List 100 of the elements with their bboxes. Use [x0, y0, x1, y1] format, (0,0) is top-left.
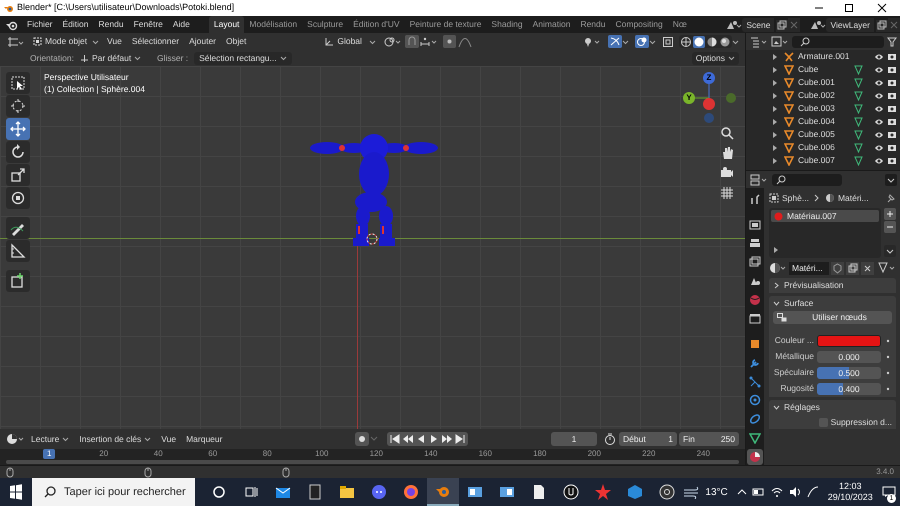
tool-button[interactable]	[6, 95, 30, 117]
copy-icon[interactable]	[874, 18, 888, 32]
tool-button[interactable]	[6, 187, 30, 209]
expand-arrow-icon[interactable]	[772, 66, 778, 72]
menu-item[interactable]: Lecture	[26, 432, 74, 446]
speaker-icon[interactable]	[788, 486, 802, 498]
timeline-editor-icon[interactable]	[6, 433, 26, 445]
outliner-item[interactable]: Cube.004	[798, 115, 854, 128]
display-mode-icon[interactable]	[771, 36, 789, 48]
snap-increment-icon[interactable]	[419, 36, 440, 48]
material-shading-icon[interactable]	[706, 36, 718, 48]
wireframe-shading-icon[interactable]	[680, 36, 692, 48]
chevron-up-icon[interactable]	[736, 487, 748, 497]
pin-icon[interactable]	[886, 193, 896, 203]
filter-icon[interactable]	[887, 36, 897, 46]
workspace-tab[interactable]: Rendu	[575, 16, 610, 33]
jump-end-icon[interactable]	[454, 433, 466, 445]
use-nodes-button[interactable]: Utiliser nœuds	[773, 311, 892, 324]
wifi-icon[interactable]	[770, 486, 784, 498]
workspace-tab[interactable]: Layout	[208, 16, 244, 33]
panel-header[interactable]: Réglages	[769, 400, 896, 415]
expand-arrow-icon[interactable]	[772, 54, 778, 60]
expand-arrow-icon[interactable]	[772, 92, 778, 98]
properties-tab[interactable]	[747, 449, 763, 465]
camera-icon[interactable]	[887, 117, 897, 126]
workspace-tab[interactable]: Nœ	[668, 16, 692, 33]
outliner-item[interactable]: Cube.006	[798, 141, 854, 154]
menu-item[interactable]: Marqueur	[181, 432, 228, 446]
taskbar-search-field[interactable]: Taper ici pour rechercher	[32, 478, 196, 506]
menu-item[interactable]: Fichier	[22, 18, 58, 31]
battery-icon[interactable]	[752, 487, 766, 497]
properties-editor-icon[interactable]	[750, 174, 768, 186]
solid-shading-icon[interactable]	[693, 36, 705, 48]
eye-icon[interactable]	[874, 104, 884, 112]
tool-button[interactable]	[6, 141, 30, 163]
tool-button[interactable]	[6, 164, 30, 186]
orientation-dropdown[interactable]: Par défaut	[76, 52, 139, 64]
camera-icon[interactable]	[887, 78, 897, 87]
menu-item[interactable]: Sélectionner	[126, 35, 184, 48]
material-slot[interactable]: Matériau.007	[771, 210, 879, 222]
eye-icon[interactable]	[874, 144, 884, 152]
previous-keyframe-icon[interactable]	[402, 433, 414, 445]
current-frame-field[interactable]: 1	[551, 432, 597, 446]
outliner-editor-icon[interactable]	[750, 36, 768, 48]
view-layer-selector[interactable]: ViewLayer	[826, 18, 874, 32]
camera-icon[interactable]	[720, 166, 734, 180]
outliner-item[interactable]: Cube.003	[798, 102, 854, 115]
orientation-dropdown[interactable]: Global	[321, 35, 380, 48]
gizmo-toggle-icon[interactable]	[608, 35, 622, 48]
navigation-gizmo[interactable]: Z Y	[680, 72, 740, 124]
eye-icon[interactable]	[874, 78, 884, 86]
jump-start-icon[interactable]	[389, 433, 402, 445]
menu-item[interactable]: Fenêtre	[128, 18, 168, 31]
eye-icon[interactable]	[874, 92, 884, 100]
panel-header[interactable]: Prévisualisation	[769, 278, 896, 293]
search-field[interactable]	[792, 36, 884, 48]
workspace-tab[interactable]: Compositing	[610, 16, 668, 33]
mode-dropdown[interactable]: Mode objet	[30, 35, 102, 48]
options-dropdown[interactable]: Options	[692, 52, 739, 64]
tool-button[interactable]	[6, 118, 30, 140]
camera-icon[interactable]	[887, 65, 897, 74]
expand-arrow-icon[interactable]	[773, 247, 779, 253]
drag-dropdown[interactable]: Sélection rectangu...	[194, 52, 292, 64]
outliner-item[interactable]: Cube.001	[798, 76, 854, 89]
camera-icon[interactable]	[887, 130, 897, 139]
workspace-tab[interactable]: Modélisation	[244, 16, 302, 33]
camera-icon[interactable]	[887, 104, 897, 113]
material-name-field[interactable]: Matéri...	[789, 262, 829, 274]
eye-icon[interactable]	[874, 118, 884, 126]
next-keyframe-icon[interactable]	[441, 433, 454, 445]
dropdown-icon[interactable]	[884, 245, 896, 257]
camera-icon[interactable]	[887, 156, 897, 165]
menu-item[interactable]: Insertion de clés	[74, 432, 156, 446]
outliner-item[interactable]: Cube	[798, 63, 854, 76]
menu-item[interactable]: Vue	[156, 432, 182, 446]
expand-arrow-icon[interactable]	[772, 144, 778, 150]
outliner-item[interactable]: Cube.002	[798, 89, 854, 102]
menu-item[interactable]: Rendu	[94, 18, 129, 31]
viewport-editor-icon[interactable]	[6, 36, 24, 48]
eye-icon[interactable]	[874, 52, 884, 60]
scene-icon[interactable]	[808, 18, 826, 30]
node-tree-icon[interactable]	[878, 262, 896, 274]
pen-icon[interactable]	[806, 485, 820, 499]
falloff-curve-icon[interactable]	[458, 36, 472, 48]
start-frame-field[interactable]: Début 1	[619, 432, 677, 446]
eye-icon[interactable]	[874, 156, 884, 164]
stopwatch-icon[interactable]	[603, 432, 617, 446]
workspace-tab[interactable]: Shading	[486, 16, 528, 33]
outliner-item[interactable]: Cube.005	[798, 128, 854, 141]
pivot-icon[interactable]	[383, 36, 404, 48]
workspace-tab[interactable]: Sculpture	[302, 16, 348, 33]
overlay-icon[interactable]	[635, 35, 649, 48]
workspace-tab[interactable]: Animation	[528, 16, 576, 33]
tool-button[interactable]	[6, 270, 30, 292]
outliner-item[interactable]: Cube.007	[798, 154, 854, 167]
tool-button[interactable]	[6, 217, 30, 239]
visibility-icon[interactable]	[582, 36, 602, 48]
menu-item[interactable]: Vue	[102, 35, 127, 48]
dropdown-icon[interactable]	[885, 174, 897, 186]
end-frame-field[interactable]: Fin 250	[679, 432, 739, 446]
